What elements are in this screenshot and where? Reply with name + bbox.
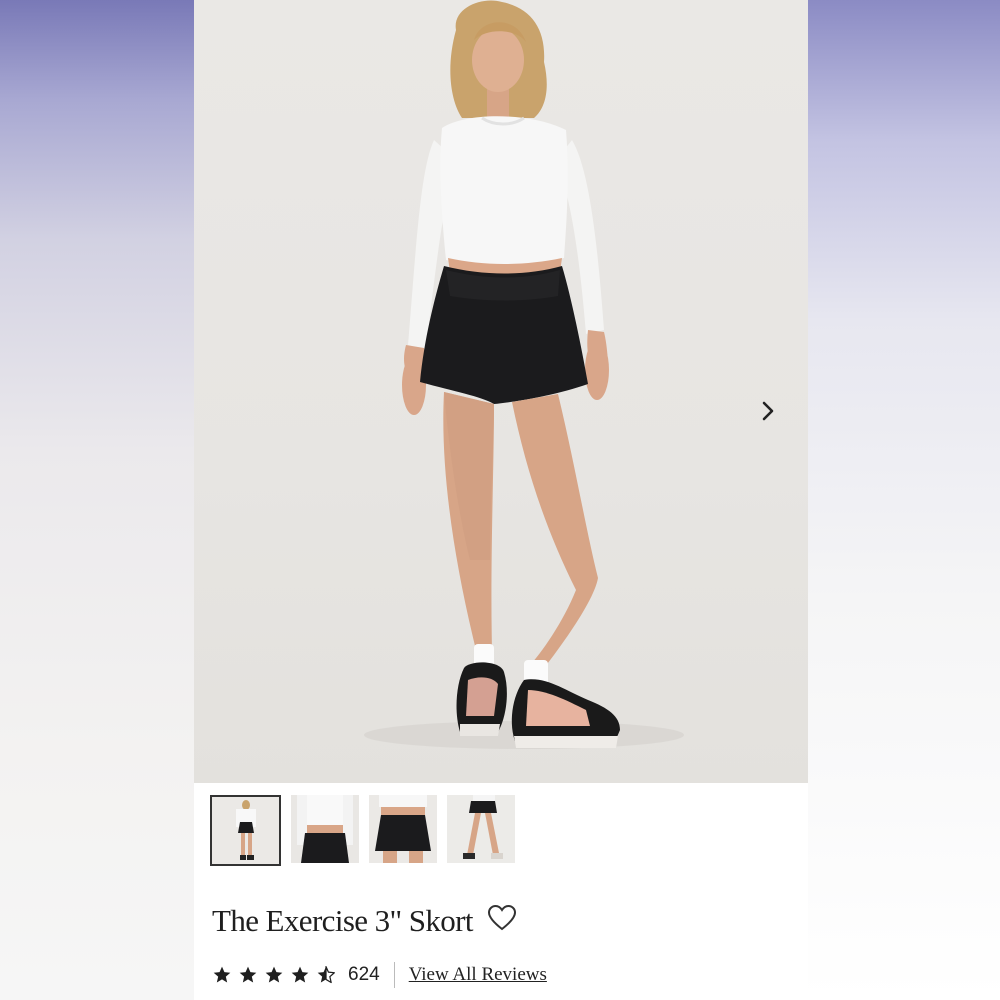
star-half-icon: [317, 966, 335, 984]
star-rating: [212, 965, 336, 985]
review-count: 624: [348, 964, 380, 985]
view-all-reviews-link[interactable]: View All Reviews: [409, 964, 547, 986]
star-icon: [239, 966, 257, 983]
next-image-button[interactable]: [760, 400, 790, 430]
product-hero-image: [194, 0, 808, 783]
thumbnail-image: [447, 795, 515, 863]
product-page: The Exercise 3" Skort 624 View All Revie…: [194, 0, 808, 1000]
star-icon: [291, 966, 309, 983]
background-left: [0, 0, 194, 1000]
thumbnail-image: [291, 795, 359, 863]
chevron-right-icon: [762, 401, 774, 421]
thumbnail-top-closeup[interactable]: [291, 795, 359, 863]
thumbnail-full-body[interactable]: [210, 795, 281, 866]
heart-icon[interactable]: [487, 904, 517, 932]
thumbnail-image: [212, 797, 279, 864]
thumbnail-strip: [210, 795, 515, 866]
star-icon: [265, 966, 283, 983]
rating-row: 624 View All Reviews: [212, 962, 547, 988]
star-icon: [213, 966, 231, 983]
model-photo: [364, 0, 684, 749]
thumbnail-skort-side[interactable]: [447, 795, 515, 863]
product-title: The Exercise 3" Skort: [212, 903, 473, 938]
divider: [393, 962, 395, 988]
thumbnail-skort-front[interactable]: [369, 795, 437, 863]
background-right: [808, 0, 1000, 1000]
thumbnail-image: [369, 795, 437, 863]
product-title-row: The Exercise 3" Skort: [212, 903, 517, 939]
